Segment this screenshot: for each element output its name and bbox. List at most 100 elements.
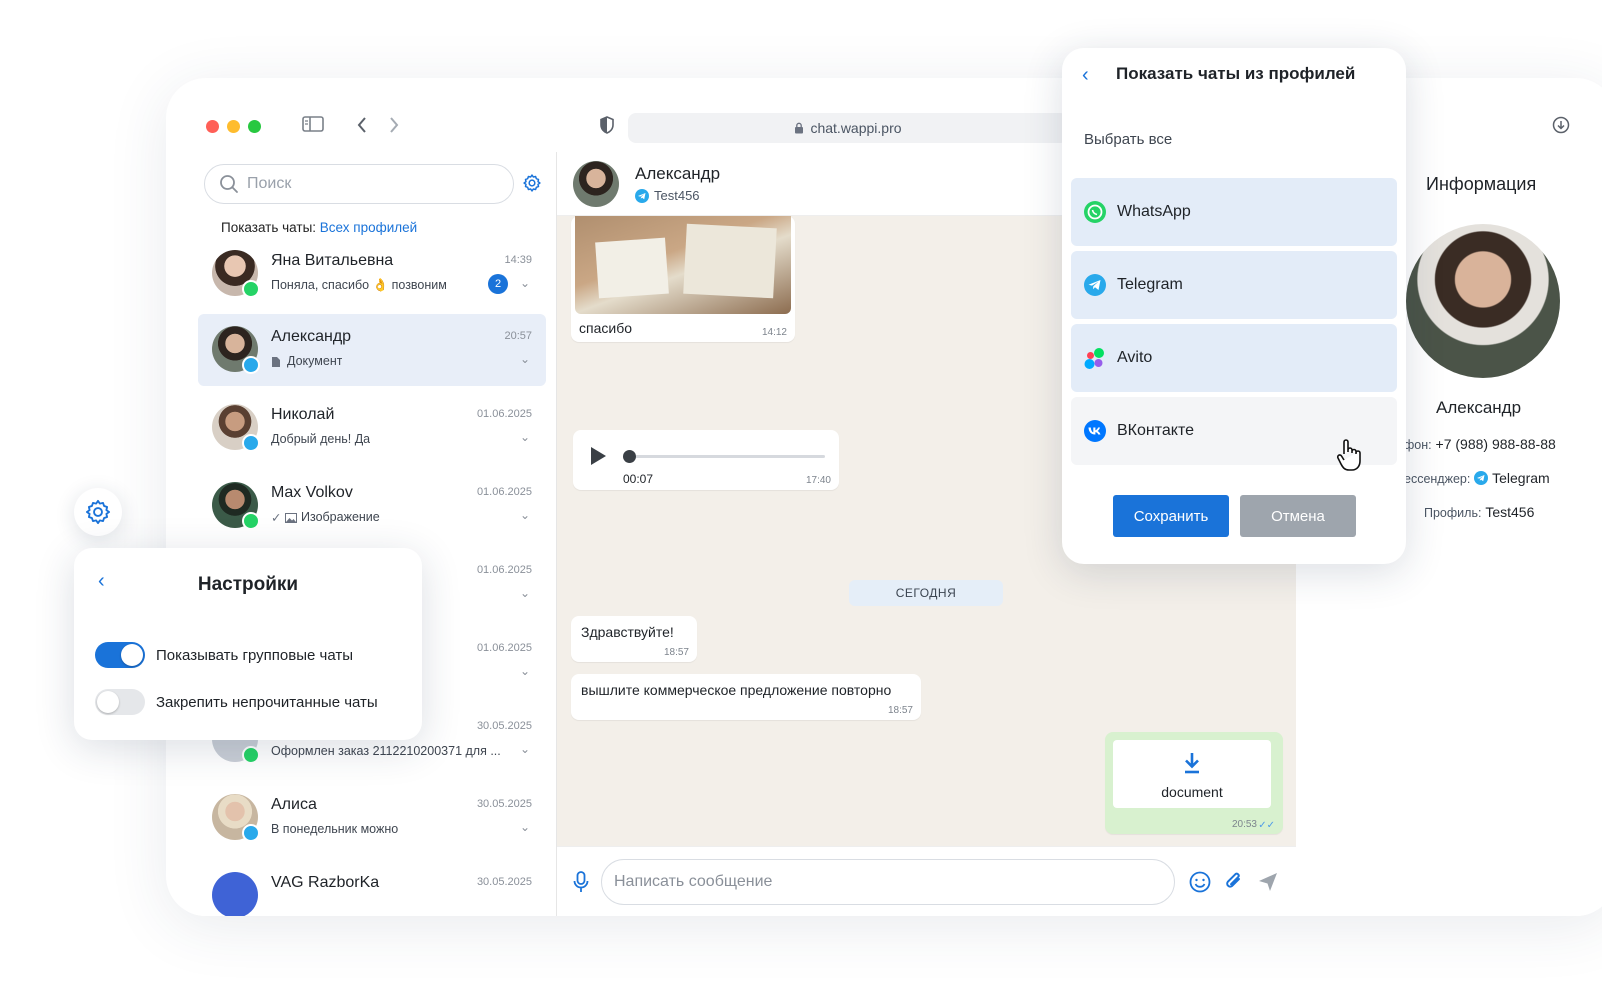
group-chats-toggle[interactable] <box>95 642 145 668</box>
chevron-down-icon[interactable]: ⌄ <box>520 586 530 600</box>
microphone-icon[interactable] <box>573 871 589 893</box>
show-chats-filter: Показать чаты: Всех профилей <box>221 220 417 235</box>
back-nav-icon[interactable] <box>356 116 368 139</box>
outgoing-document-message[interactable]: document 20:53 ✓✓ <box>1105 732 1283 834</box>
chat-list-item[interactable]: Яна Витальевна 14:39 Поняла, спасибо 👌 п… <box>198 238 546 310</box>
chat-name: VAG RazborKa <box>271 874 380 891</box>
show-chats-link[interactable]: Всех профилей <box>320 220 417 235</box>
info-profile-row: Профиль: Test456 <box>1424 504 1534 520</box>
chevron-down-icon[interactable]: ⌄ <box>520 664 530 678</box>
pin-unread-toggle[interactable] <box>95 689 145 715</box>
contact-profile: Test456 <box>635 188 700 203</box>
search-icon <box>220 175 238 193</box>
download-icon[interactable] <box>1183 752 1201 774</box>
search-box[interactable] <box>204 164 514 204</box>
avatar <box>212 872 258 916</box>
save-button[interactable]: Сохранить <box>1113 495 1229 537</box>
popup-title: Показать чаты из профилей <box>1116 64 1356 83</box>
photo-message[interactable]: спасибо 14:12 <box>571 216 795 342</box>
telegram-badge-icon <box>242 356 260 374</box>
chat-time: 01.06.2025 <box>476 408 532 420</box>
document-icon <box>272 357 280 367</box>
chevron-down-icon[interactable]: ⌄ <box>520 352 530 366</box>
message-input[interactable] <box>601 859 1175 905</box>
emoji-icon[interactable] <box>1189 871 1211 893</box>
chat-name: Алиса <box>271 796 317 813</box>
toggle-knob <box>121 644 143 666</box>
photo-attachment[interactable] <box>575 216 791 314</box>
chat-preview: Документ <box>271 354 342 368</box>
sidebar-toggle-icon[interactable] <box>302 116 324 137</box>
document-attachment[interactable]: document <box>1113 740 1271 808</box>
attachment-icon[interactable] <box>1223 871 1245 893</box>
chat-name: Яна Витальевна <box>271 252 394 269</box>
voice-progress-handle[interactable] <box>623 450 636 463</box>
stage: chat.wappi.pro Показать чаты: Всех профи… <box>0 0 1602 986</box>
chat-name: Max Volkov <box>271 484 353 501</box>
chat-name: Николай <box>271 406 335 423</box>
message-time: 20:53 <box>1231 819 1257 830</box>
whatsapp-badge-icon <box>242 746 260 764</box>
search-input[interactable] <box>247 175 487 193</box>
chat-list-item[interactable]: Николай 01.06.2025 Добрый день! Да ⌄ <box>198 392 546 464</box>
group-chats-label: Показывать групповые чаты <box>156 647 353 664</box>
telegram-icon <box>1474 471 1489 485</box>
show-chats-label: Показать чаты: <box>221 220 317 235</box>
info-messenger-row: ессенджер: Telegram <box>1404 470 1550 486</box>
chat-name: Александр <box>271 328 352 345</box>
message-text: вышлите коммерческое предложение повторн… <box>581 682 892 698</box>
profile-option-label: WhatsApp <box>1117 203 1191 220</box>
settings-gear-icon[interactable] <box>522 173 542 198</box>
profiles-filter-popup: ‹ Показать чаты из профилей Выбрать все … <box>1062 48 1406 564</box>
lock-icon <box>795 122 804 134</box>
chat-list-item[interactable]: Алиса 30.05.2025 В понедельник можно ⌄ <box>198 782 546 854</box>
chat-time: 30.05.2025 <box>476 798 532 810</box>
select-all-link[interactable]: Выбрать все <box>1084 131 1172 148</box>
settings-title: Настройки <box>197 574 299 595</box>
chevron-down-icon[interactable]: ⌄ <box>520 742 530 756</box>
shield-icon[interactable] <box>600 116 614 139</box>
voice-message[interactable]: 00:07 17:40 <box>573 430 839 490</box>
chat-preview-text: Изображение <box>301 510 380 524</box>
telegram-icon <box>1084 274 1106 296</box>
window-close-button[interactable] <box>206 120 219 133</box>
window-zoom-button[interactable] <box>248 120 261 133</box>
message-composer <box>557 846 1296 916</box>
play-icon[interactable] <box>589 446 607 466</box>
chat-preview: В понедельник можно <box>271 822 399 836</box>
chevron-down-icon[interactable]: ⌄ <box>520 820 530 834</box>
cancel-button[interactable]: Отмена <box>1240 495 1356 537</box>
read-check-icon: ✓ <box>271 511 282 524</box>
profile-option-label: Telegram <box>1117 276 1183 293</box>
voice-duration: 00:07 <box>623 472 654 486</box>
chat-time: 01.06.2025 <box>476 642 532 654</box>
incoming-message[interactable]: вышлите коммерческое предложение повторн… <box>571 674 921 720</box>
chat-list-item[interactable]: VAG RazborKa 30.05.2025 <box>198 860 546 916</box>
chat-time: 30.05.2025 <box>476 720 532 732</box>
back-chevron-icon[interactable]: ‹ <box>1082 64 1089 87</box>
settings-fab[interactable] <box>74 488 122 536</box>
chevron-down-icon[interactable]: ⌄ <box>520 276 530 290</box>
window-minimize-button[interactable] <box>227 120 240 133</box>
avito-icon <box>1084 348 1104 369</box>
profile-option-telegram[interactable]: Telegram <box>1071 251 1397 319</box>
chat-preview: ✓ Изображение <box>271 510 380 524</box>
chat-list-item[interactable]: Max Volkov 01.06.2025 ✓ Изображение ⌄ <box>198 470 546 542</box>
chat-list-item[interactable]: Александр 20:57 Документ ⌄ <box>198 314 546 386</box>
gear-icon <box>85 499 111 525</box>
toggle-knob <box>97 691 119 713</box>
profile-option-whatsapp[interactable]: WhatsApp <box>1071 178 1397 246</box>
chevron-down-icon[interactable]: ⌄ <box>520 430 530 444</box>
incoming-message[interactable]: Здравствуйте! 18:57 <box>571 616 697 662</box>
send-icon[interactable] <box>1257 871 1279 893</box>
contact-avatar[interactable] <box>573 161 619 207</box>
address-bar[interactable]: chat.wappi.pro <box>628 113 1068 143</box>
voice-progress-track[interactable] <box>629 455 825 458</box>
chevron-down-icon[interactable]: ⌄ <box>520 508 530 522</box>
info-phone-value[interactable]: +7 (988) 988-88-88 <box>1436 436 1556 452</box>
chat-time: 20:57 <box>504 330 532 342</box>
profile-option-avito[interactable]: Avito <box>1071 324 1397 392</box>
forward-nav-icon[interactable] <box>388 116 400 139</box>
info-phone-label: фон: <box>1404 438 1432 452</box>
download-icon[interactable] <box>1552 116 1570 139</box>
